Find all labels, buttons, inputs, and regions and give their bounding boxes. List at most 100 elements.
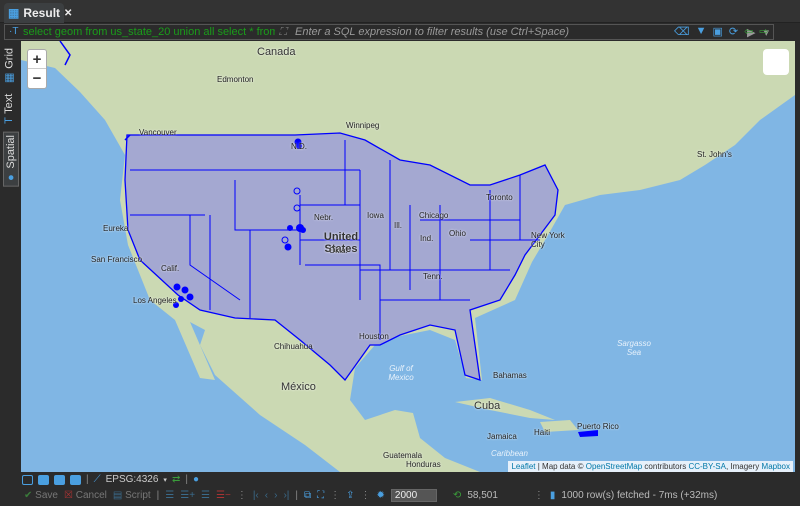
label-ill: Ill. [394,221,402,230]
text-label: Text [3,94,15,115]
prev-page-icon[interactable]: ‹ [265,490,268,501]
label-houston: Houston [359,332,389,341]
filter-icon[interactable]: ▼ [696,25,707,38]
text-icon: T [3,117,15,124]
leaflet-link[interactable]: Leaflet [511,462,535,471]
eraser-icon[interactable]: ⌫ [674,25,690,38]
attrib-text: , Imagery [725,462,762,471]
print-icon[interactable] [70,474,81,485]
crs-selector[interactable]: EPSG:4326 [106,474,159,485]
zoom-fit-icon[interactable] [22,474,33,485]
tab-result[interactable]: ▦ Result ✕ [4,3,72,23]
label-nd: N.D. [291,142,307,151]
label-iowa: Iowa [367,211,384,220]
label-puerto-rico: Puerto Rico [577,422,619,431]
point [186,293,194,301]
query-label: select geom from us_state_20 union all s… [23,26,275,38]
row-count[interactable]: 58,501 [467,490,498,501]
globe-icon: ● [5,171,17,184]
label-vancouver: Vancouver [139,128,177,137]
mapbox-link[interactable]: Mapbox [762,462,790,471]
palette-icon[interactable]: ● [193,474,199,485]
query-text[interactable]: ·T select geom from us_state_20 union all… [5,26,275,38]
label-edmonton: Edmonton [217,75,254,84]
map-toolbar: | ⟋ EPSG:4326 ▾ ⇄ | ● [22,474,199,485]
point [300,227,306,233]
zoom-control: + − [27,49,47,89]
label-winnipeg: Winnipeg [346,121,380,130]
copy-row-icon[interactable]: ☰ [201,490,210,501]
zoom-out-button[interactable]: − [28,69,46,88]
cancel-icon: ☒ [63,490,73,501]
back-icon[interactable]: ⇦ [744,25,753,38]
export-icon[interactable]: ⇪ [346,490,354,501]
close-icon[interactable]: ✕ [64,8,72,19]
label-guatemala: Guatemala [383,451,423,460]
label-nebr: Nebr. [314,213,334,222]
label-eureka: Eureka [103,224,129,233]
label-cuba: Cuba [474,400,501,412]
edit-row-icon[interactable]: ☰ [165,490,174,501]
point [287,225,293,231]
save-button[interactable]: ✔ Save [24,490,58,501]
refresh-icon[interactable]: ⟳ [729,25,738,38]
zoom-in-button[interactable]: + [28,50,46,69]
fetch-all-icon[interactable]: ⟲ [453,490,461,501]
forward-icon[interactable]: ⇨ [759,25,768,38]
point [178,296,184,302]
side-tab-grid[interactable]: ▦ Grid [3,48,17,85]
label-honduras: Honduras [406,460,441,469]
settings-icon[interactable]: ✹ [377,490,385,501]
label-chihuahua: Chihuahua [274,342,313,351]
expand-icon: ⛶ [279,26,287,38]
last-page-icon[interactable]: ›| [283,490,289,501]
swap-icon[interactable]: ⇄ [172,474,180,485]
chart-icon: ⟋ [93,474,101,485]
next-page-icon[interactable]: › [274,490,277,501]
osm-link[interactable]: OpenStreetMap [586,462,642,471]
attrib-text: | Map data © [535,462,586,471]
label-chicago: Chicago [419,211,449,220]
status-icon: ▮ [549,490,556,501]
fetch-size-input[interactable] [390,489,437,502]
label-st-johns: St. John's [697,150,732,159]
text-icon: ·T [9,26,19,37]
license-link[interactable]: CC-BY-SA [688,462,726,471]
label-ohio: Ohio [449,229,466,238]
point [173,283,181,291]
cancel-button[interactable]: ☒ Cancel [64,490,107,501]
filter-input[interactable]: ⛶ Enter a SQL expression to filter result… [275,26,743,38]
label-new-york: New York City [531,231,565,249]
add-row-icon[interactable]: ☰+ [180,490,195,501]
tab-title: Result [23,6,61,20]
side-tab-text[interactable]: T Text [3,94,15,124]
layers-button[interactable] [763,49,789,75]
copy-image-icon[interactable] [54,474,65,485]
results-toolbar: ✔ Save ☒ Cancel ▤ Script | ☰ ☰+ ☰ ☰− ⋮ |… [24,489,717,502]
filter-bar: ·T select geom from us_state_20 union all… [4,24,774,40]
label-okla: Okla. [329,246,348,255]
save-filter-icon[interactable]: ▣ [712,25,722,38]
script-label: Script [125,490,151,501]
label-ind: Ind. [420,234,434,243]
puerto-rico-shape [578,430,598,437]
delete-row-icon[interactable]: ☰− [216,490,231,501]
filter-placeholder: Enter a SQL expression to filter results… [295,26,570,38]
label-caribbean: Caribbean [491,449,528,458]
image-icon[interactable] [38,474,49,485]
attrib-text: contributors [642,462,689,471]
table-icon: ▦ [8,6,20,20]
side-tab-spatial[interactable]: ● Spatial [3,132,19,187]
panels-icon[interactable]: ⧉ [304,490,311,501]
point [181,286,189,294]
cancel-label: Cancel [75,490,107,501]
map-attribution: Leaflet | Map data © OpenStreetMap contr… [508,461,793,472]
crs-dropdown-icon[interactable]: ▾ [163,476,167,484]
script-button[interactable]: ▤ Script [113,490,151,501]
check-icon: ✔ [24,490,33,501]
cuba [455,398,555,420]
fullscreen-icon[interactable]: ⛶ [317,490,324,501]
first-page-icon[interactable]: |‹ [253,490,259,501]
label-mexico: México [281,381,316,393]
map-view[interactable]: + − Canada Edmonton Vancouver Winnipeg S… [21,41,795,472]
